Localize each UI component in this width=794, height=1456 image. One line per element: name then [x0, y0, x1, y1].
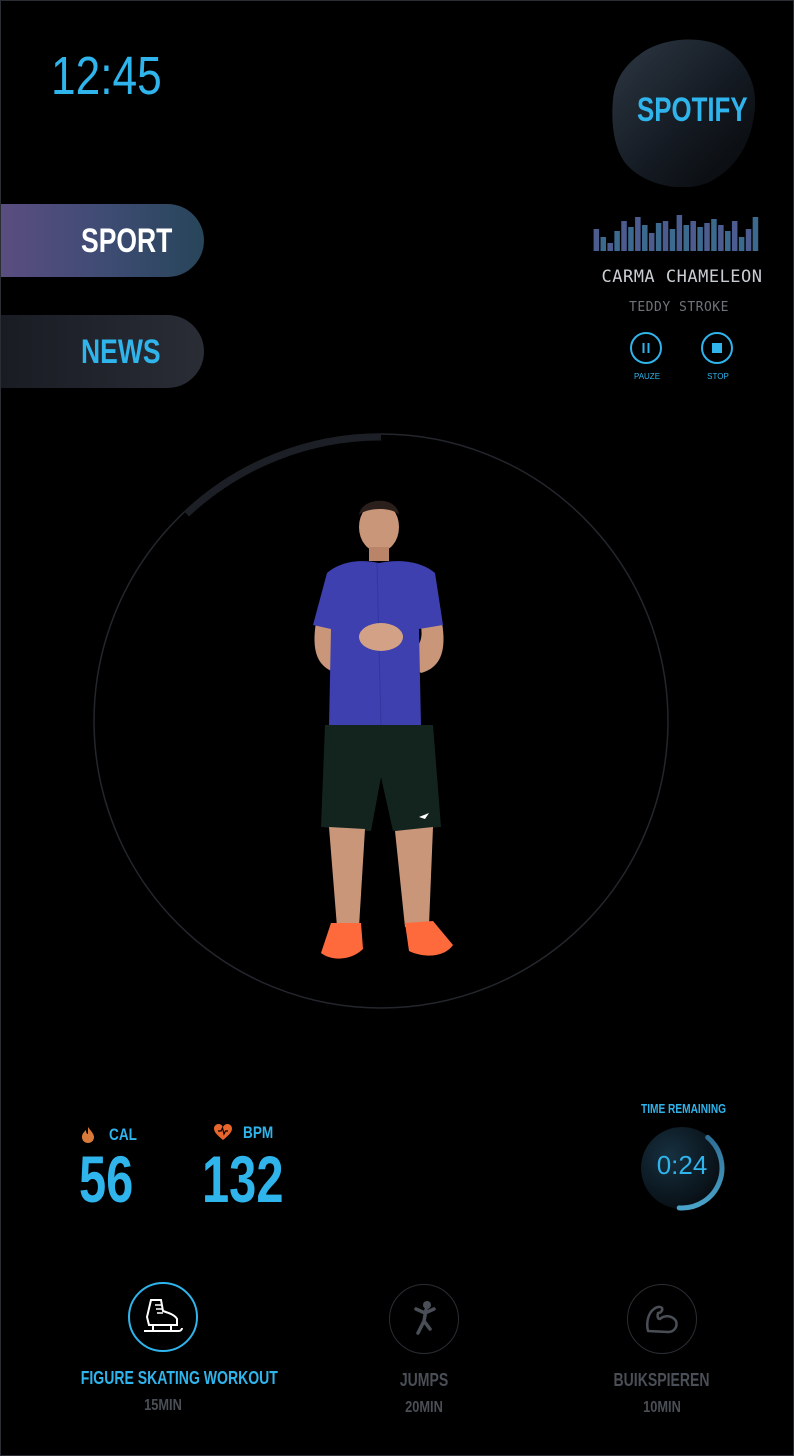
pause-button[interactable]: [630, 332, 662, 364]
muscle-icon: [646, 1305, 678, 1334]
equalizer-bar: [683, 225, 690, 251]
workout-icon-circle: [128, 1282, 198, 1352]
nav-item-label: NEWS: [81, 332, 161, 371]
stop-icon: [712, 343, 722, 353]
workout-icon-circle: [389, 1284, 459, 1354]
track-artist: TEDDY STROKE: [629, 300, 729, 315]
clock: 12:45: [51, 46, 162, 106]
equalizer-bar: [628, 227, 634, 251]
workout-icon-circle: [627, 1284, 697, 1354]
timer-value: 0:24: [656, 1150, 708, 1180]
equalizer-bar: [704, 223, 710, 251]
equalizer-bar: [662, 221, 669, 251]
equalizer-bar: [642, 225, 648, 251]
equalizer-bar: [655, 223, 662, 251]
equalizer-bar: [738, 237, 745, 251]
trainer-video: [313, 500, 453, 959]
skate-icon: [144, 1299, 183, 1332]
stop-label: STOP: [707, 372, 729, 381]
nav-item-news[interactable]: NEWS: [1, 315, 204, 388]
equalizer-bar: [711, 219, 717, 251]
time-remaining-label: TIME REMAINING: [641, 1101, 727, 1116]
workout-jumps[interactable]: JUMPS 20MIN: [314, 1284, 534, 1416]
jump-icon: [414, 1301, 436, 1335]
nav-item-sport[interactable]: SPORT: [1, 204, 204, 277]
equalizer-visualizer: [593, 215, 759, 251]
equalizer-bar: [593, 229, 600, 251]
bpm-value: 132: [202, 1142, 284, 1216]
equalizer-bar: [697, 227, 703, 251]
cal-label: CAL: [109, 1125, 137, 1144]
equalizer-bar: [690, 221, 696, 251]
workout-duration: 20MIN: [405, 1399, 443, 1416]
workout-duration: 10MIN: [643, 1399, 681, 1416]
equalizer-bar: [614, 231, 620, 251]
equalizer-bar: [621, 221, 627, 251]
workout-figure-skating[interactable]: FIGURE SKATING WORKOUT 15MIN: [53, 1282, 278, 1414]
nav-item-label: SPORT: [81, 221, 173, 260]
equalizer-bar: [718, 225, 724, 251]
equalizer-bar: [648, 233, 655, 251]
equalizer-bar: [676, 215, 683, 251]
pause-icon: [642, 343, 650, 353]
bpm-label: BPM: [243, 1123, 274, 1142]
heart-rate-icon: [214, 1124, 232, 1140]
workout-name: BUIKSPIEREN: [614, 1370, 710, 1390]
equalizer-bar: [607, 243, 613, 251]
cal-value: 56: [79, 1142, 134, 1216]
equalizer-bar: [669, 229, 676, 251]
equalizer-bar: [600, 237, 607, 251]
workout-name: JUMPS: [399, 1370, 449, 1390]
spotify-button[interactable]: [611, 37, 757, 187]
app-screen: 12:45 SPORT NEWS SPOTIFY CARMA CHAMELEON…: [0, 0, 794, 1456]
equalizer-bar: [752, 217, 759, 251]
equalizer-bar: [731, 221, 738, 251]
workout-buikspieren[interactable]: BUIKSPIEREN 10MIN: [552, 1284, 772, 1416]
equalizer-bar: [745, 229, 752, 251]
equalizer-bar: [635, 217, 641, 251]
workout-name: FIGURE SKATING WORKOUT: [80, 1368, 278, 1388]
track-title: CARMA CHAMELEON: [601, 267, 763, 287]
pause-label: PAUZE: [633, 372, 661, 381]
equalizer-bar: [725, 231, 731, 251]
stop-button[interactable]: [701, 332, 733, 364]
workout-duration: 15MIN: [144, 1397, 182, 1414]
